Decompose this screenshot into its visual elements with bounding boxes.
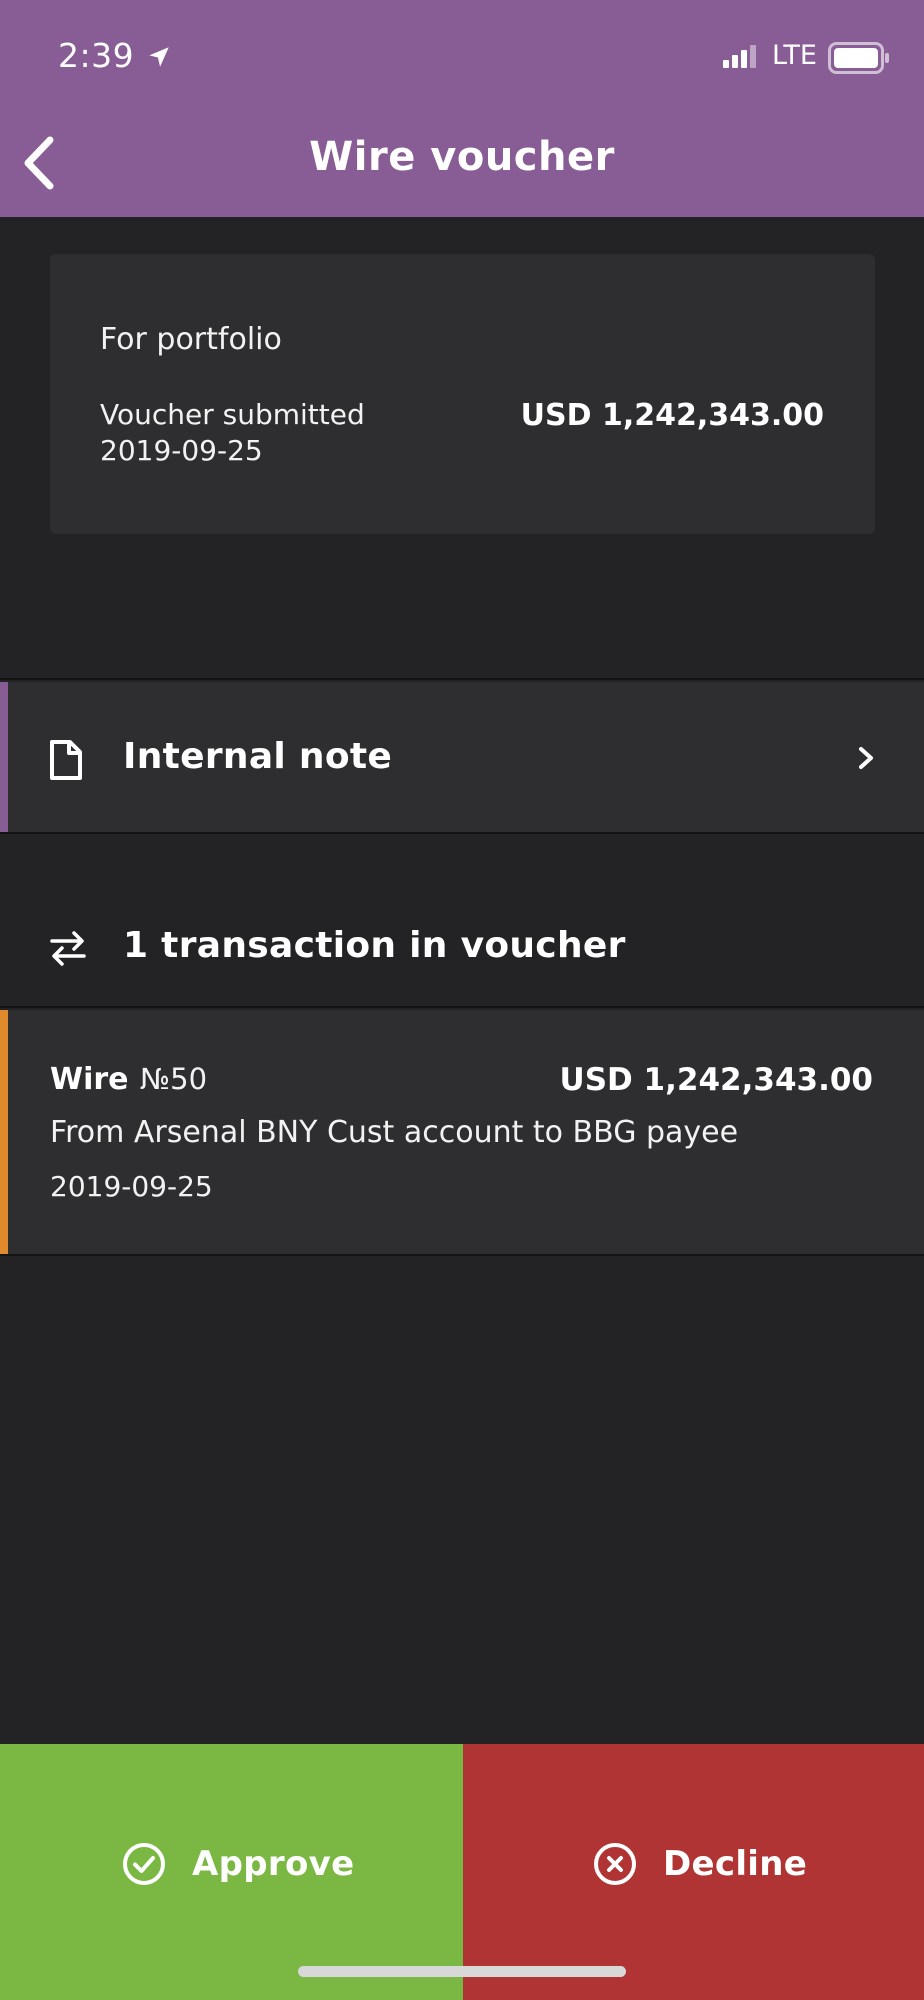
submitted-label: Voucher submitted: [100, 398, 365, 431]
decline-label: Decline: [663, 1844, 808, 1884]
chevron-right-icon: [859, 747, 873, 769]
internal-note-label: Internal note: [123, 736, 393, 777]
header-bar: 2:39 LTE Wire voucher: [0, 0, 924, 217]
location-arrow-icon: [149, 47, 169, 67]
status-time: 2:39: [58, 36, 135, 75]
transaction-row[interactable]: Wire №50 USD 1,242,343.00 From Arsenal B…: [0, 1010, 924, 1254]
battery-icon: [828, 42, 889, 74]
submitted-date: 2019-09-25: [100, 434, 263, 467]
transaction-type: Wire: [50, 1062, 129, 1097]
cellular-signal-icon: [723, 45, 756, 68]
note-accent-bar: [0, 682, 8, 832]
voucher-total-amount: USD 1,242,343.00: [520, 398, 824, 433]
check-circle-icon: [123, 1843, 165, 1885]
transaction-description: From Arsenal BNY Cust account to BBG pay…: [50, 1115, 739, 1150]
document-icon: [50, 740, 82, 780]
divider: [0, 832, 924, 834]
approve-button-content: Approve: [122, 1842, 354, 1886]
transaction-number: №50: [140, 1062, 208, 1096]
decline-button[interactable]: Decline: [463, 1744, 924, 2000]
voucher-summary-card: For portfolio Voucher submitted 2019-09-…: [50, 254, 875, 534]
x-circle-icon: [594, 1843, 636, 1885]
transaction-date: 2019-09-25: [50, 1170, 213, 1203]
portfolio-label: For portfolio: [100, 322, 282, 357]
approve-button[interactable]: Approve: [0, 1744, 463, 2000]
internal-note-row[interactable]: Internal note: [0, 682, 924, 832]
divider: [0, 1006, 924, 1008]
page-title: Wire voucher: [309, 134, 615, 180]
approve-label: Approve: [192, 1844, 355, 1884]
divider: [0, 1254, 924, 1256]
transaction-count-label: 1 transaction in voucher: [123, 925, 626, 966]
swap-arrows-icon: [50, 931, 86, 966]
home-indicator[interactable]: [298, 1966, 626, 1977]
transaction-amount: USD 1,242,343.00: [559, 1062, 873, 1098]
network-type: LTE: [772, 40, 817, 71]
wire-voucher-screen: 2:39 LTE Wire voucher For portfolio Vouc…: [0, 0, 924, 2000]
divider: [0, 678, 924, 680]
decline-button-content: Decline: [593, 1842, 807, 1886]
transaction-accent-bar: [0, 1010, 8, 1254]
